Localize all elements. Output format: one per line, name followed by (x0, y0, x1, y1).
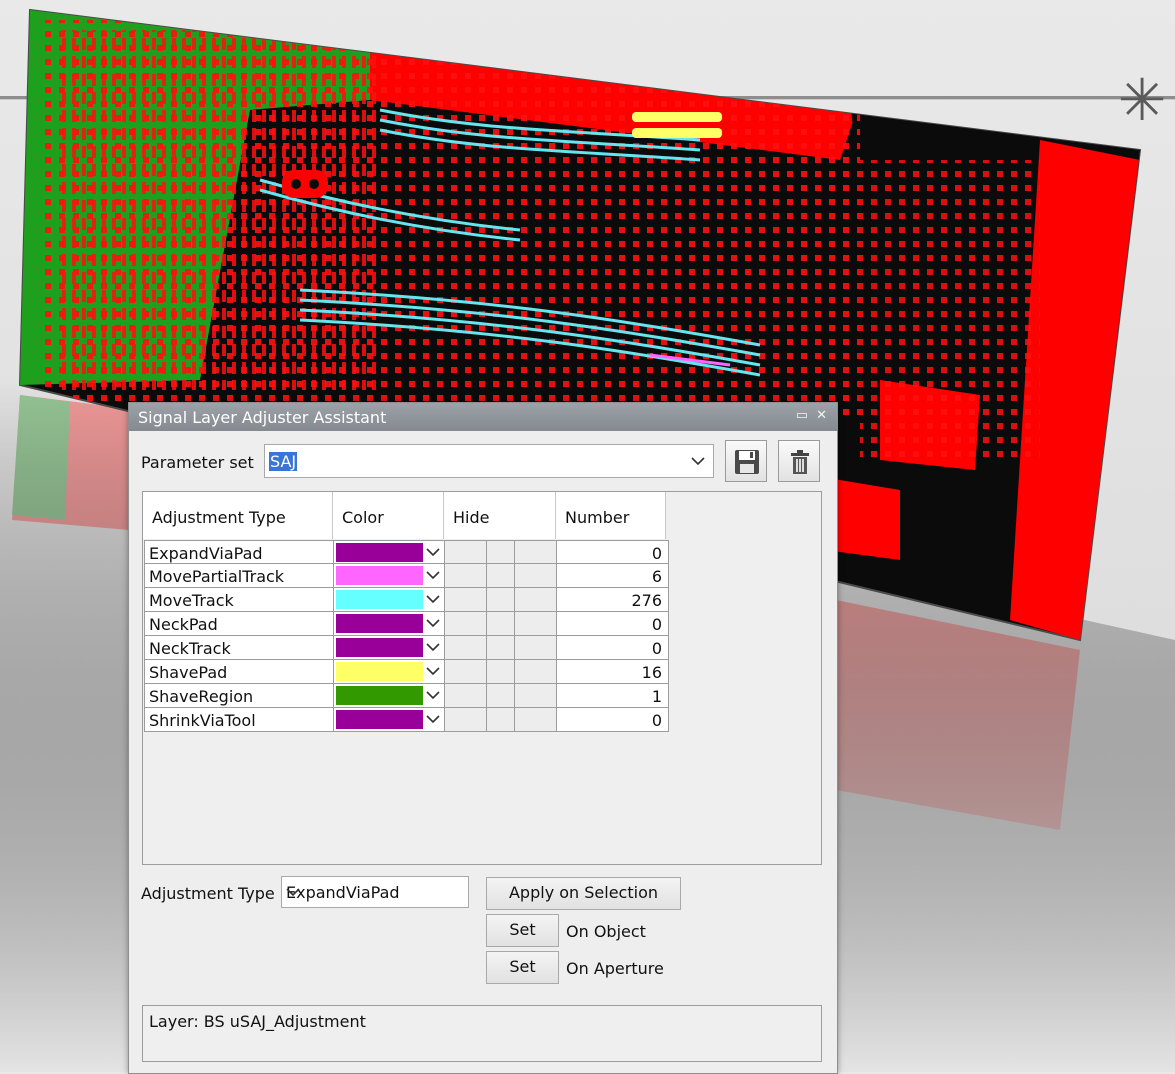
header-number[interactable]: Number (556, 492, 666, 539)
hide-toggle[interactable] (444, 636, 557, 660)
chevron-down-icon[interactable] (286, 886, 300, 898)
row-number: 276 (631, 591, 662, 610)
delete-button[interactable] (778, 440, 820, 482)
adjustment-type-combo[interactable]: ExpandViaPad (281, 876, 469, 908)
header-adjustment-type[interactable]: Adjustment Type (143, 492, 333, 539)
table-row[interactable]: ShavePad 16 (144, 660, 669, 684)
row-type: ExpandViaPad (149, 544, 263, 563)
parameter-set-label: Parameter set (141, 453, 254, 472)
floppy-disk-icon (735, 450, 759, 474)
parameter-set-value[interactable]: SAJ (269, 452, 298, 471)
row-type: ShaveRegion (149, 687, 254, 706)
parameter-set-combo[interactable]: SAJ (264, 444, 714, 478)
row-number: 16 (641, 663, 662, 682)
row-number: 0 (651, 615, 662, 634)
apply-on-selection-button[interactable]: Apply on Selection (486, 877, 681, 910)
row-type: NeckPad (149, 615, 218, 634)
status-panel: Layer: BS uSAJ_Adjustment (142, 1005, 822, 1062)
dialog-titlebar[interactable]: Signal Layer Adjuster Assistant ▭ ✕ (129, 403, 837, 431)
row-number: 0 (651, 639, 662, 658)
color-picker[interactable] (333, 684, 445, 708)
table-row[interactable]: MoveTrack 276 (144, 588, 669, 612)
chevron-down-icon[interactable] (426, 641, 440, 653)
set-on-aperture-button[interactable]: Set (486, 951, 559, 984)
table-row[interactable]: MovePartialTrack 6 (144, 564, 669, 588)
on-object-label: On Object (566, 922, 646, 941)
hide-toggle[interactable] (444, 588, 557, 612)
color-swatch (336, 614, 423, 633)
row-type: MovePartialTrack (149, 567, 285, 586)
hide-toggle[interactable] (444, 540, 557, 564)
color-picker[interactable] (333, 708, 445, 732)
table-row[interactable]: NeckTrack 0 (144, 636, 669, 660)
status-text: Layer: BS uSAJ_Adjustment (149, 1012, 366, 1031)
color-picker[interactable] (333, 564, 445, 588)
chevron-down-icon[interactable] (426, 546, 440, 558)
hide-toggle[interactable] (444, 684, 557, 708)
color-picker[interactable] (333, 588, 445, 612)
window-controls[interactable]: ▭ ✕ (796, 408, 829, 423)
color-swatch (336, 710, 423, 729)
table-row[interactable]: ExpandViaPad 0 (144, 540, 669, 564)
color-picker[interactable] (333, 660, 445, 684)
hide-toggle[interactable] (444, 564, 557, 588)
color-swatch (336, 686, 423, 705)
color-picker[interactable] (333, 540, 445, 564)
set-on-object-button[interactable]: Set (486, 914, 559, 947)
row-type: NeckTrack (149, 639, 231, 658)
on-aperture-label: On Aperture (566, 959, 664, 978)
row-type: ShrinkViaTool (149, 711, 256, 730)
color-picker[interactable] (333, 612, 445, 636)
row-number: 0 (651, 544, 662, 563)
table-row[interactable]: ShaveRegion 1 (144, 684, 669, 708)
save-button[interactable] (725, 440, 767, 482)
chevron-down-icon[interactable] (426, 665, 440, 677)
starburst-icon: ✳ (1117, 66, 1167, 134)
color-swatch (336, 638, 423, 657)
adjustment-type-value: ExpandViaPad (286, 883, 400, 902)
chevron-down-icon[interactable] (426, 713, 440, 725)
color-swatch (336, 543, 423, 562)
chevron-down-icon[interactable] (426, 593, 440, 605)
chevron-down-icon[interactable] (426, 617, 440, 629)
header-color[interactable]: Color (333, 492, 444, 539)
trash-icon (791, 450, 809, 474)
row-number: 1 (651, 687, 662, 706)
color-picker[interactable] (333, 636, 445, 660)
hide-toggle[interactable] (444, 660, 557, 684)
chevron-down-icon[interactable] (691, 455, 705, 467)
row-number: 0 (651, 711, 662, 730)
chevron-down-icon[interactable] (426, 689, 440, 701)
hide-toggle[interactable] (444, 612, 557, 636)
row-type: ShavePad (149, 663, 228, 682)
chevron-down-icon[interactable] (426, 569, 440, 581)
adjustment-table: Adjustment Type Color Hide Number Expand… (142, 491, 822, 865)
row-type: MoveTrack (149, 591, 234, 610)
adjustment-type-label: Adjustment Type (141, 884, 275, 903)
color-swatch (336, 566, 423, 585)
color-swatch (336, 662, 423, 681)
row-number: 6 (651, 567, 662, 586)
header-hide[interactable]: Hide (444, 492, 556, 539)
hide-toggle[interactable] (444, 708, 557, 732)
signal-layer-adjuster-dialog: Signal Layer Adjuster Assistant ▭ ✕ Para… (128, 402, 838, 1074)
table-row[interactable]: ShrinkViaTool 0 (144, 708, 669, 732)
color-swatch (336, 590, 423, 609)
table-row[interactable]: NeckPad 0 (144, 612, 669, 636)
dialog-title: Signal Layer Adjuster Assistant (138, 408, 387, 427)
